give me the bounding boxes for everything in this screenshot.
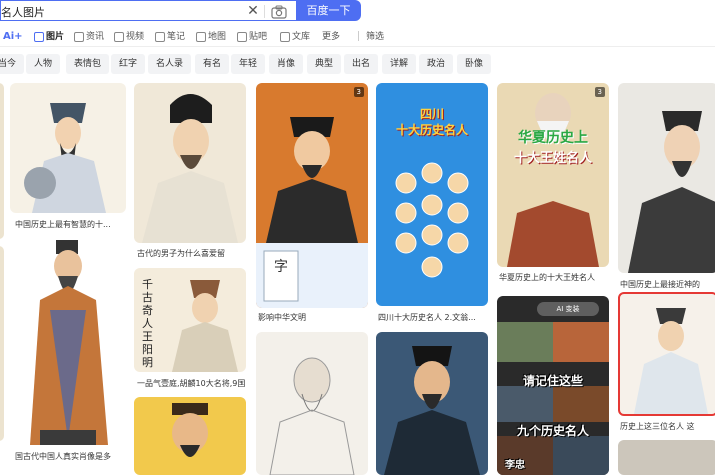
- doc-icon: [280, 32, 290, 42]
- tab-more[interactable]: 更多: [322, 29, 340, 45]
- filter-chip[interactable]: 卧像: [457, 54, 492, 74]
- result-caption[interactable]: 华夏历史上的十大王姓名人: [499, 272, 607, 283]
- image-result[interactable]: [0, 83, 4, 239]
- meme-caption: 李忠: [505, 460, 525, 471]
- tab-video[interactable]: 视频: [114, 29, 144, 45]
- portrait-illustration: [172, 280, 238, 372]
- tieba-icon: [237, 32, 247, 42]
- tab-label: 资讯: [86, 32, 105, 42]
- tab-label: 图片: [46, 32, 65, 42]
- search-input[interactable]: 名人图片 ✕: [0, 0, 296, 21]
- portrait-illustration: [142, 94, 238, 243]
- tab-tieba[interactable]: 贴吧: [237, 29, 267, 45]
- portrait-illustration: 字: [256, 117, 368, 308]
- image-result[interactable]: 华夏历史上 十大王姓名人 3: [497, 83, 609, 267]
- tab-news[interactable]: 资讯: [74, 29, 104, 45]
- camera-icon[interactable]: [271, 4, 287, 19]
- map-icon: [196, 32, 206, 42]
- search-bar: 名人图片 ✕ 百度一下: [0, 0, 715, 22]
- video-icon: [114, 32, 124, 42]
- filter-chip[interactable]: 肖像: [269, 54, 304, 74]
- filter-chip[interactable]: 红字: [111, 54, 146, 74]
- image-result[interactable]: [376, 332, 488, 475]
- image-result[interactable]: 四川 十大历史名人: [376, 83, 488, 306]
- tab-label: 地图: [208, 32, 227, 42]
- tab-images[interactable]: 图片: [34, 29, 64, 45]
- poster-title: 华夏历史上: [518, 130, 588, 146]
- image-icon: [34, 32, 44, 42]
- image-result[interactable]: [10, 240, 126, 445]
- image-count-badge: 3: [594, 87, 605, 97]
- result-caption[interactable]: 四川十大历史名人 2.文翁...: [378, 312, 486, 323]
- portrait-illustration: [507, 93, 599, 267]
- filter-chip[interactable]: 年轻: [231, 54, 266, 74]
- news-icon: [74, 32, 84, 42]
- svg-text:字: 字: [274, 259, 288, 275]
- portrait-illustration: [628, 111, 715, 273]
- result-caption[interactable]: 古代的男子为什么喜爱留: [137, 248, 245, 259]
- filter-chip[interactable]: 详解: [382, 54, 417, 74]
- divider: [358, 31, 359, 41]
- image-result[interactable]: 千古奇人 王阳明: [134, 268, 246, 372]
- filter-chip[interactable]: 表情包: [66, 54, 110, 74]
- tab-label: 筛选: [366, 32, 385, 42]
- filter-chip[interactable]: 出名: [344, 54, 379, 74]
- result-caption[interactable]: 影响中华文明: [258, 312, 366, 323]
- tab-map[interactable]: 地图: [196, 29, 226, 45]
- portrait-illustration: [384, 346, 480, 475]
- portrait-illustration: [269, 357, 355, 475]
- image-result[interactable]: [256, 332, 368, 475]
- filter-chip[interactable]: 有名: [195, 54, 230, 74]
- filter-chip[interactable]: 政治: [419, 54, 454, 74]
- meme-caption: 请记住这些: [522, 374, 583, 388]
- portrait-illustration: [634, 308, 708, 414]
- tab-notes[interactable]: 笔记: [155, 29, 185, 45]
- tab-ai[interactable]: Ai+: [3, 29, 23, 45]
- tab-label: Ai+: [3, 31, 23, 42]
- filter-chip[interactable]: 典型: [307, 54, 342, 74]
- image-result[interactable]: [10, 83, 126, 213]
- result-caption[interactable]: 中国历史上最有智慧的十...: [15, 219, 125, 230]
- portrait-illustration: [172, 403, 208, 457]
- tab-label: 更多: [322, 32, 341, 42]
- result-caption[interactable]: 一品气壹庭,胡麟10大名将,9国...: [137, 378, 245, 389]
- filter-chip[interactable]: 当今: [0, 54, 25, 74]
- note-icon: [155, 32, 165, 42]
- image-result[interactable]: [134, 397, 246, 475]
- image-result-selected[interactable]: [618, 292, 715, 416]
- image-result[interactable]: [0, 246, 4, 441]
- image-result[interactable]: AI 变装 请记住这些 九个历史名人 李忠: [497, 296, 609, 475]
- search-button[interactable]: 百度一下: [296, 0, 361, 21]
- tab-label: 文库: [292, 32, 311, 42]
- filter-chip[interactable]: 名人录: [148, 54, 192, 74]
- image-count-badge: 3: [353, 87, 364, 97]
- filter-chip[interactable]: 人物: [26, 54, 61, 74]
- tab-wenku[interactable]: 文库: [280, 29, 310, 45]
- tab-filter[interactable]: 筛选: [366, 29, 384, 45]
- portrait-collage: [395, 162, 469, 278]
- result-caption[interactable]: 历史上这三位名人 这: [620, 421, 715, 432]
- image-result[interactable]: [134, 83, 246, 243]
- tab-label: 视频: [126, 32, 145, 42]
- meme-caption: 九个历史名人: [516, 424, 589, 438]
- search-query-text: 名人图片: [1, 6, 45, 19]
- result-caption[interactable]: 中国历史上最接近神的: [620, 279, 715, 290]
- tab-label: 贴吧: [249, 32, 268, 42]
- image-result[interactable]: 字 3: [256, 83, 368, 308]
- poster-title: 十大王姓名人: [513, 151, 592, 166]
- filter-chips: 当今 人物 表情包 红字 名人录 有名 年轻 肖像 典型 出名 详解 政治 卧像: [0, 54, 715, 76]
- portrait-illustration: [30, 240, 108, 445]
- tab-label: 笔记: [167, 32, 186, 42]
- image-result[interactable]: [618, 83, 715, 273]
- portrait-illustration: [24, 103, 106, 213]
- divider: [264, 5, 265, 18]
- result-caption[interactable]: 国古代中国人真实肖像是多: [15, 451, 125, 462]
- image-result[interactable]: [618, 440, 715, 475]
- close-icon[interactable]: ✕: [245, 3, 261, 19]
